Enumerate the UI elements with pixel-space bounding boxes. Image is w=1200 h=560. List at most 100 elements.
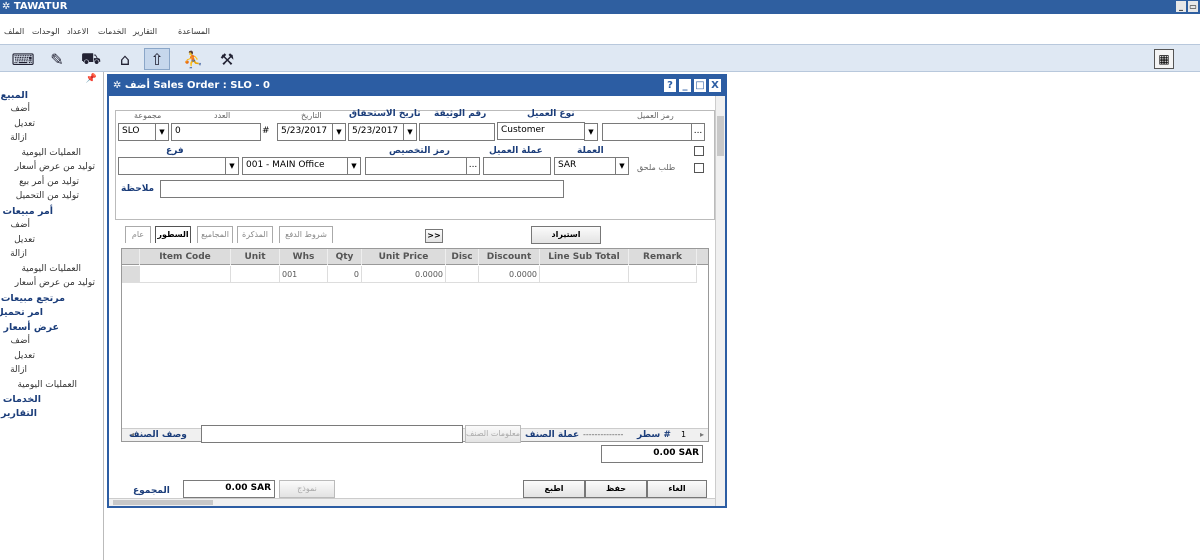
sidebar-item[interactable]: توليد من عرض أسعار bbox=[15, 278, 95, 288]
cell-whs[interactable]: 001 bbox=[280, 266, 328, 283]
sidebar-item[interactable]: ازالة bbox=[10, 133, 27, 143]
upload-arrow-icon[interactable]: ⇧ bbox=[144, 48, 170, 70]
menu-services[interactable]: الخدمات bbox=[98, 27, 126, 36]
menu-modules[interactable]: الوحدات bbox=[32, 27, 60, 36]
row-selector[interactable] bbox=[122, 266, 140, 283]
pin-icon[interactable]: 📌 bbox=[86, 74, 97, 84]
next-tabs-button[interactable]: >> bbox=[425, 229, 443, 243]
column-header[interactable]: Disc bbox=[446, 249, 479, 265]
branch-select[interactable] bbox=[118, 157, 226, 175]
menu-reports[interactable]: التقارير bbox=[133, 27, 157, 36]
customer-type-dropdown-icon[interactable]: ▼ bbox=[584, 123, 598, 141]
item-desc-field[interactable] bbox=[201, 425, 463, 443]
sidebar-item[interactable]: ازالة bbox=[10, 365, 27, 375]
cell-disc[interactable] bbox=[446, 266, 479, 283]
attach-checkbox[interactable] bbox=[694, 163, 704, 173]
sidebar-group-quotation[interactable]: عرض أسعار bbox=[4, 322, 59, 333]
invoice-icon[interactable]: ✎ bbox=[44, 48, 70, 70]
column-header[interactable]: Line Sub Total bbox=[540, 249, 629, 265]
column-header[interactable]: Discount bbox=[479, 249, 540, 265]
sidebar-item[interactable]: تعديل bbox=[14, 351, 35, 361]
sidebar-item[interactable]: أضف bbox=[11, 104, 30, 114]
column-header[interactable]: Item Code bbox=[140, 249, 231, 265]
cell-line-sub-total[interactable] bbox=[540, 266, 629, 283]
cost-center-browse-button[interactable]: ... bbox=[466, 157, 480, 175]
sidebar-group-load-order[interactable]: امر تحميل bbox=[0, 307, 43, 318]
cancel-button[interactable]: الغاء bbox=[647, 480, 707, 498]
number-field[interactable]: 0 bbox=[171, 123, 261, 141]
tab-lines[interactable]: السطور bbox=[155, 226, 191, 243]
sidebar-item[interactable]: توليد من عرض أسعار bbox=[15, 162, 95, 172]
scroll-right-icon[interactable]: ▸ bbox=[700, 430, 704, 439]
import-button[interactable]: استيراد bbox=[531, 226, 601, 244]
minimize-icon[interactable]: _ bbox=[679, 79, 691, 92]
currency-dropdown-icon[interactable]: ▼ bbox=[615, 157, 629, 175]
sidebar-item[interactable]: توليد من التحميل bbox=[16, 191, 79, 201]
tab-totals[interactable]: المجاميع bbox=[197, 226, 233, 243]
cell-unit-price[interactable]: 0.0000 bbox=[362, 266, 446, 283]
item-info-button[interactable]: معلومات الصنف bbox=[465, 425, 521, 443]
menu-settings[interactable]: الاعداد bbox=[67, 27, 89, 36]
keyboard-icon[interactable]: ⌨ bbox=[10, 48, 36, 70]
office-dropdown-icon[interactable]: ▼ bbox=[347, 157, 361, 175]
cost-center-field[interactable] bbox=[365, 157, 467, 175]
scroll-thumb[interactable] bbox=[717, 116, 724, 156]
column-header[interactable]: Unit bbox=[231, 249, 280, 265]
column-header[interactable]: Remark bbox=[629, 249, 697, 265]
people-group-icon[interactable]: ⛹ bbox=[180, 48, 206, 70]
date-dropdown-icon[interactable]: ▼ bbox=[332, 123, 346, 141]
series-select[interactable]: SLO bbox=[118, 123, 156, 141]
tab-memo[interactable]: المذكرة bbox=[237, 226, 273, 243]
scroll-thumb[interactable] bbox=[113, 500, 213, 505]
dialog-vscrollbar[interactable] bbox=[715, 96, 725, 506]
column-header[interactable]: Whs bbox=[280, 249, 328, 265]
sidebar-group-sales-order[interactable]: أمر مبيعات bbox=[3, 206, 53, 217]
sidebar-item[interactable]: تعديل bbox=[14, 119, 35, 129]
sidebar-group-sales[interactable]: المبيع bbox=[1, 90, 28, 101]
sidebar-group-sales-return[interactable]: مرتجع مبيعات bbox=[1, 293, 65, 304]
sidebar-item[interactable]: أضف bbox=[11, 220, 30, 230]
menu-file[interactable]: الملف bbox=[4, 27, 24, 36]
sidebar-item[interactable]: توليد من أمر بيع bbox=[19, 177, 79, 187]
print-button[interactable]: اطبع bbox=[523, 480, 585, 498]
minimize-icon[interactable]: _ bbox=[1176, 1, 1186, 12]
cell-remark[interactable] bbox=[629, 266, 697, 283]
cell-discount[interactable]: 0.0000 bbox=[479, 266, 540, 283]
doc-no-field[interactable] bbox=[419, 123, 495, 141]
sidebar-item[interactable]: العمليات اليومية bbox=[17, 380, 77, 390]
menu-help[interactable]: المساعدة bbox=[178, 27, 210, 36]
due-date-dropdown-icon[interactable]: ▼ bbox=[403, 123, 417, 141]
close-icon[interactable]: X bbox=[709, 79, 721, 92]
calculator-icon[interactable]: ▦ bbox=[1154, 49, 1174, 69]
customer-type-select[interactable]: Customer bbox=[497, 122, 585, 140]
maximize-icon[interactable]: □ bbox=[694, 79, 706, 92]
customer-currency-field[interactable] bbox=[483, 157, 551, 175]
sidebar-item[interactable]: تعديل bbox=[14, 235, 35, 245]
tab-general[interactable]: عام bbox=[125, 226, 151, 243]
restore-icon[interactable]: ▭ bbox=[1188, 1, 1198, 12]
cell-unit[interactable] bbox=[231, 266, 280, 283]
date-field[interactable]: 5/23/2017 bbox=[277, 123, 333, 141]
tools-icon[interactable]: ⚒ bbox=[214, 48, 240, 70]
model-button[interactable]: نموذج bbox=[279, 480, 335, 498]
series-dropdown-icon[interactable]: ▼ bbox=[155, 123, 169, 141]
option-checkbox[interactable] bbox=[694, 146, 704, 156]
save-button[interactable]: حفظ bbox=[585, 480, 647, 498]
due-date-field[interactable]: 5/23/2017 bbox=[348, 123, 404, 141]
house-upload-icon[interactable]: ⌂ bbox=[112, 48, 138, 70]
cell-item-code[interactable] bbox=[140, 266, 231, 283]
column-header[interactable]: Unit Price bbox=[362, 249, 446, 265]
branch-dropdown-icon[interactable]: ▼ bbox=[225, 157, 239, 175]
currency-select[interactable]: SAR bbox=[554, 157, 616, 175]
delivery-truck-icon[interactable]: ⛟ bbox=[78, 48, 104, 70]
tab-payment-terms[interactable]: شروط الدفع bbox=[279, 226, 333, 243]
sidebar-group-services[interactable]: الخدمات bbox=[3, 394, 41, 405]
help-icon[interactable]: ? bbox=[664, 79, 676, 92]
sidebar-item[interactable]: ازالة bbox=[10, 249, 27, 259]
notes-field[interactable] bbox=[160, 180, 564, 198]
sidebar-item[interactable]: العمليات اليومية bbox=[21, 264, 81, 274]
column-header[interactable]: Qty bbox=[328, 249, 362, 265]
cell-qty[interactable]: 0 bbox=[328, 266, 362, 283]
customer-code-field[interactable] bbox=[602, 123, 692, 141]
customer-browse-button[interactable]: ... bbox=[691, 123, 705, 141]
